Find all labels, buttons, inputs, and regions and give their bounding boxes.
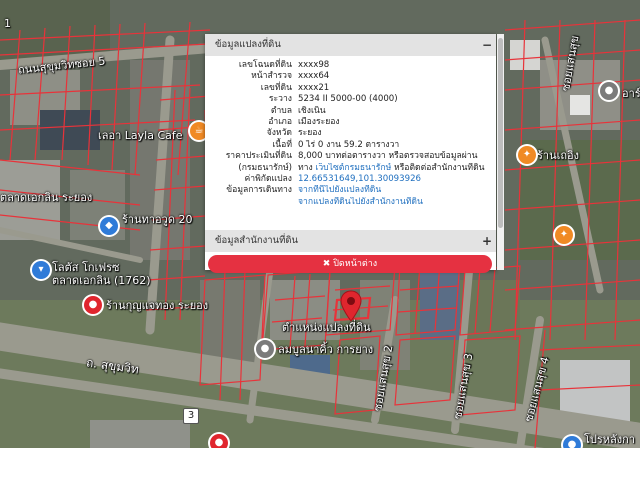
- place-icon-grey[interactable]: ●: [600, 82, 618, 100]
- directions-to-office-link[interactable]: จากแปลงที่ดินไปยังสำนักงานที่ดิน: [298, 197, 490, 208]
- place-label-bottom-right[interactable]: โปรหลังกา: [584, 434, 635, 446]
- land-no-value: xxxx21: [298, 82, 330, 93]
- location-icon-bottom[interactable]: ●: [210, 434, 228, 448]
- area-value: 0 ไร่ 0 งาน 59.2 ตารางวา: [298, 139, 400, 150]
- appraisal-source-value: ทาง เว็บไซต์กรมธนารักษ์ หรือติดต่อสำนักง…: [298, 162, 485, 173]
- place-label-shop-right[interactable]: ร้านเถอิง: [537, 150, 579, 162]
- field-row-area: เนื้อที่ 0 ไร่ 0 งาน 59.2 ตารางวา: [211, 140, 490, 151]
- shop-icon-bottom[interactable]: ●: [563, 436, 581, 448]
- panel-scrollbar-thumb[interactable]: [498, 38, 503, 228]
- parcel-no-value: xxxx98: [298, 60, 330, 70]
- field-row-appraisal: ราคาประเมินที่ดิน 8,000 บาทต่อตารางวา หรื…: [211, 151, 490, 162]
- survey-page-value: xxxx64: [298, 71, 330, 82]
- land-info-details: เลขโฉนดที่ดิน xxxx98 หน้าสำรวจ xxxx64 เลขท…: [205, 56, 496, 208]
- food-icon[interactable]: ✦: [555, 226, 573, 244]
- coordinates-link[interactable]: 12.66531649,101.30093926: [298, 174, 490, 185]
- location-pin-icon[interactable]: [340, 290, 362, 322]
- field-row-district: อำเภอ เมืองระยอง: [211, 117, 490, 128]
- shopping-bag-icon[interactable]: ◆: [100, 217, 118, 235]
- treasury-website-link[interactable]: เว็บไซต์กรมธนารักษ์: [315, 163, 391, 173]
- map-viewport[interactable]: ถนนสุขุมวิทซอย 5 เลอา Layla Cafe ตลาดเอก…: [0, 0, 640, 448]
- parcel-position-label: ตำแหน่งแปลงที่ดิน: [282, 321, 371, 334]
- place-label-shop-20[interactable]: ร้านทาอวูด 20: [122, 214, 192, 226]
- district-value: เมืองระยอง: [298, 117, 340, 128]
- location-icon[interactable]: ●: [84, 296, 102, 314]
- directions-to-parcel-link[interactable]: จากที่นี่ไปยังแปลงที่ดิน: [298, 185, 490, 196]
- land-office-header-title: ข้อมูลสำนักงานที่ดิน: [215, 235, 299, 246]
- expand-icon[interactable]: +: [482, 230, 492, 252]
- field-row-directions: ข้อมูลการเดินทาง จากที่นี่ไปยังแปลงที่ดิน: [211, 185, 490, 196]
- place-label-lotus-sub: ตลาดเอกลิน (1762): [52, 274, 151, 287]
- place-label-market[interactable]: ตลาดเอกลิน ระยอง: [0, 192, 92, 204]
- place-icon-grey-2[interactable]: ●: [256, 340, 274, 358]
- land-office-header[interactable]: ข้อมูลสำนักงานที่ดิน +: [205, 230, 496, 252]
- restaurant-icon[interactable]: ✦: [518, 146, 536, 164]
- sheet-value: 5234 II 5000-00 (4000): [298, 94, 398, 105]
- route-3-shield: 3: [183, 408, 199, 424]
- land-info-header[interactable]: ข้อมูลแปลงที่ดิน −: [205, 34, 496, 56]
- field-row-subdistrict: ตำบล เชิงเนิน: [211, 106, 490, 117]
- field-row-directions-2: จากแปลงที่ดินไปยังสำนักงานที่ดิน: [211, 197, 490, 208]
- field-row-survey-page: หน้าสำรวจ xxxx64: [211, 71, 490, 82]
- province-value: ระยอง: [298, 128, 322, 139]
- collapse-icon[interactable]: −: [482, 34, 492, 56]
- field-row-coordinates: ค่าพิกัดแปลง 12.66531649,101.30093926: [211, 174, 490, 185]
- place-label-layla-cafe[interactable]: เลอา Layla Cafe: [98, 130, 183, 142]
- place-label-local-shop[interactable]: ลมบูลนาคิ้ว การยาง: [278, 344, 373, 356]
- place-label-right-edge: อาร์: [622, 87, 640, 100]
- close-window-button[interactable]: ✖ ปิดหน้าต่าง: [208, 255, 492, 273]
- field-row-province: จังหวัด ระยอง: [211, 128, 490, 139]
- land-info-header-title: ข้อมูลแปลงที่ดิน: [215, 39, 281, 50]
- close-button-label: ปิดหน้าต่าง: [333, 259, 378, 269]
- subdistrict-value: เชิงเนิน: [298, 105, 326, 116]
- land-info-popup: ข้อมูลแปลงที่ดิน − เลขโฉนดที่ดิน xxxx98 ห…: [205, 34, 496, 270]
- field-row-appraisal-source: (กรมธนารักษ์) ทาง เว็บไซต์กรมธนารักษ์ หรื…: [211, 163, 490, 174]
- field-row-land-no: เลขที่ดิน xxxx21: [211, 83, 490, 94]
- page-bottom-blank: [0, 448, 640, 480]
- cart-icon[interactable]: ▾: [32, 261, 50, 279]
- field-row-parcel-no: เลขโฉนดที่ดิน xxxx98: [211, 60, 490, 71]
- place-label-lotus[interactable]: โลตัส โกเฟรซ: [52, 262, 120, 274]
- place-label-rayong-gold[interactable]: ร้านกุญแจทอง ระยอง: [106, 300, 208, 312]
- field-row-sheet: ระวาง 5234 II 5000-00 (4000): [211, 94, 490, 105]
- close-icon: ✖: [322, 259, 331, 269]
- map-label-number: 1: [4, 17, 11, 30]
- appraisal-value: 8,000 บาทต่อตารางวา หรือตรวจสอบข้อมูลผ่า…: [298, 151, 478, 162]
